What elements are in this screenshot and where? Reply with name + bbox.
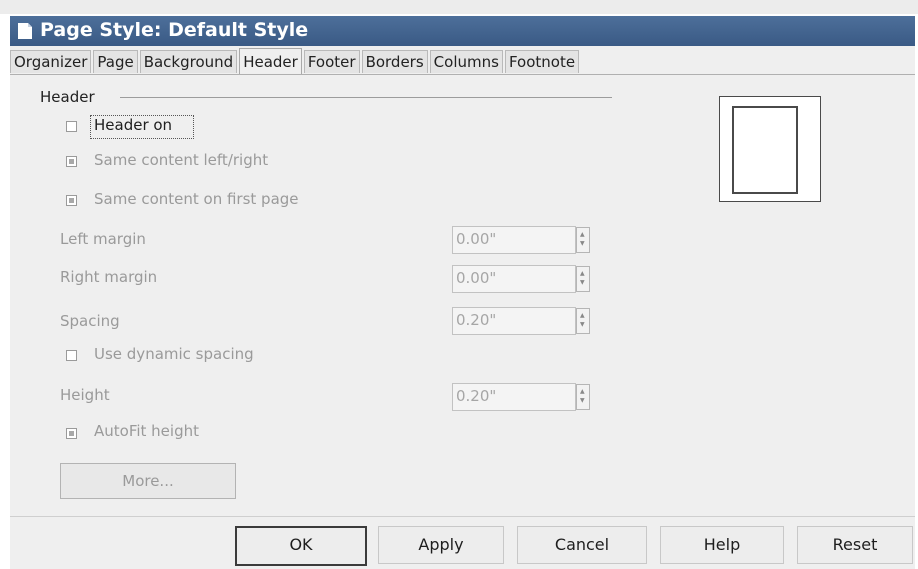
dialog-title: Page Style: Default Style (40, 19, 309, 41)
spin-down-icon: ▼ (580, 279, 585, 286)
spin-up-icon: ▲ (580, 270, 585, 277)
height-value: 0.20" (456, 387, 497, 405)
page-preview-sheet (732, 106, 798, 194)
reset-button[interactable]: Reset (797, 526, 913, 564)
background-window-strip (0, 0, 918, 14)
left-margin-spinner[interactable]: ▲ ▼ (576, 227, 590, 253)
page-style-dialog: Organizer Page Background Header Footer … (10, 46, 915, 569)
spacing-spinner[interactable]: ▲ ▼ (576, 308, 590, 334)
spacing-value: 0.20" (456, 311, 497, 329)
spin-down-icon: ▼ (580, 240, 585, 247)
same-content-left-right-checkbox[interactable] (66, 156, 77, 167)
left-margin-field[interactable]: 0.00" (452, 226, 576, 254)
spin-down-icon: ▼ (580, 397, 585, 404)
page-icon (18, 23, 32, 39)
spacing-label: Spacing (60, 312, 120, 330)
dynamic-spacing-label[interactable]: Use dynamic spacing (94, 345, 254, 363)
header-section-label: Header (40, 88, 95, 106)
height-label: Height (60, 386, 110, 404)
height-spinner[interactable]: ▲ ▼ (576, 384, 590, 410)
section-divider (120, 97, 612, 98)
spin-up-icon: ▲ (580, 388, 585, 395)
spin-up-icon: ▲ (580, 312, 585, 319)
header-on-checkbox[interactable] (66, 121, 77, 132)
tab-header[interactable]: Header (239, 48, 302, 74)
left-margin-label: Left margin (60, 230, 146, 248)
right-margin-value: 0.00" (456, 269, 497, 287)
tab-footer[interactable]: Footer (303, 50, 360, 73)
tab-background[interactable]: Background (139, 50, 238, 73)
tab-columns[interactable]: Columns (429, 50, 503, 73)
right-margin-field[interactable]: 0.00" (452, 265, 576, 293)
same-content-first-page-label[interactable]: Same content on first page (94, 190, 299, 208)
height-field[interactable]: 0.20" (452, 383, 576, 411)
button-row-divider (10, 516, 915, 517)
tab-page[interactable]: Page (93, 50, 138, 73)
ok-button[interactable]: OK (235, 526, 367, 566)
right-margin-label: Right margin (60, 268, 158, 286)
dialog-titlebar: Page Style: Default Style (10, 16, 915, 46)
dynamic-spacing-checkbox[interactable] (66, 350, 77, 361)
spin-down-icon: ▼ (580, 321, 585, 328)
same-content-left-right-label[interactable]: Same content left/right (94, 151, 268, 169)
autofit-height-checkbox[interactable] (66, 428, 77, 439)
spacing-field[interactable]: 0.20" (452, 307, 576, 335)
header-on-label[interactable]: Header on (94, 116, 172, 134)
tab-footnote[interactable]: Footnote (504, 50, 580, 73)
same-content-first-page-checkbox[interactable] (66, 195, 77, 206)
autofit-height-label[interactable]: AutoFit height (94, 422, 199, 440)
tab-bar: Organizer Page Background Header Footer … (10, 48, 581, 74)
help-button[interactable]: Help (660, 526, 784, 564)
spin-up-icon: ▲ (580, 231, 585, 238)
right-margin-spinner[interactable]: ▲ ▼ (576, 266, 590, 292)
apply-button[interactable]: Apply (378, 526, 504, 564)
page-preview (719, 96, 821, 202)
tab-borders[interactable]: Borders (361, 50, 428, 73)
tab-organizer[interactable]: Organizer (10, 50, 92, 73)
more-button[interactable]: More... (60, 463, 236, 499)
cancel-button[interactable]: Cancel (517, 526, 647, 564)
tab-divider (10, 74, 915, 75)
left-margin-value: 0.00" (456, 230, 497, 248)
